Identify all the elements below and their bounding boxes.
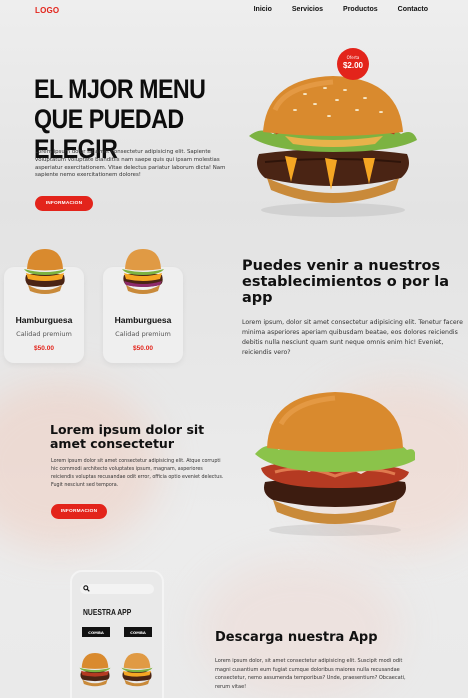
card-burger-image xyxy=(24,249,66,294)
section-text-locations: Lorem ipsum, dolor sit amet consectetur … xyxy=(242,319,463,356)
section-title-feature: Lorem ipsum dolor sit amet consectetur xyxy=(50,422,205,451)
logo[interactable]: LOGO xyxy=(35,6,59,15)
nav-link-contacto[interactable]: Contacto xyxy=(398,6,428,13)
section-text-feature: Lorem ipsum dolor sit amet consectetur a… xyxy=(51,459,224,488)
phone-mockup: NUESTRA APP COMBA COMBA xyxy=(70,570,164,698)
product-title: Hamburguesa xyxy=(15,315,73,325)
nav-link-productos[interactable]: Productos xyxy=(343,6,378,13)
section-title-app: Descarga nuestra App xyxy=(215,630,378,645)
hero-burger-image xyxy=(249,76,417,217)
product-subtitle: Calidad premium xyxy=(115,330,171,338)
landing-page: LOGO Inicio Servicios Productos Contacto… xyxy=(0,0,468,698)
product-price: $50.00 xyxy=(34,345,54,352)
section-text-app: Lorem ipsum dolor, sit amet consectetur … xyxy=(215,658,406,690)
phone-burger-image xyxy=(79,653,111,687)
feature-info-button[interactable]: INFORMACION xyxy=(51,504,107,519)
search-icon xyxy=(83,585,90,592)
nav-link-inicio[interactable]: Inicio xyxy=(254,6,272,13)
hero-info-button[interactable]: INFORMACION xyxy=(35,196,93,211)
product-price: $50.00 xyxy=(133,345,153,352)
offer-badge[interactable]: Oferta $2.00 xyxy=(337,48,369,80)
nav-link-servicios[interactable]: Servicios xyxy=(292,6,323,13)
section-title-locations: Puedes venir a nuestros establecimientos… xyxy=(242,258,450,306)
offer-price: $2.00 xyxy=(342,61,364,70)
phone-burger-image xyxy=(121,653,153,687)
combo-button[interactable]: COMBA xyxy=(82,627,110,637)
nav-menu: Inicio Servicios Productos Contacto xyxy=(234,6,428,13)
hero-description: Lorem ipsum dolor sit amet consectetur a… xyxy=(35,149,226,179)
product-title: Hamburguesa xyxy=(114,315,172,325)
phone-search-bar[interactable] xyxy=(80,584,154,594)
feature-burger-image xyxy=(255,392,415,536)
product-subtitle: Calidad premium xyxy=(16,330,72,338)
combo-button[interactable]: COMBA xyxy=(124,627,152,637)
phone-app-title: NUESTRA APP xyxy=(83,608,132,617)
offer-label: Oferta xyxy=(346,55,360,60)
card-burger-image xyxy=(122,249,164,294)
top-navbar: LOGO Inicio Servicios Productos Contacto xyxy=(0,0,468,24)
